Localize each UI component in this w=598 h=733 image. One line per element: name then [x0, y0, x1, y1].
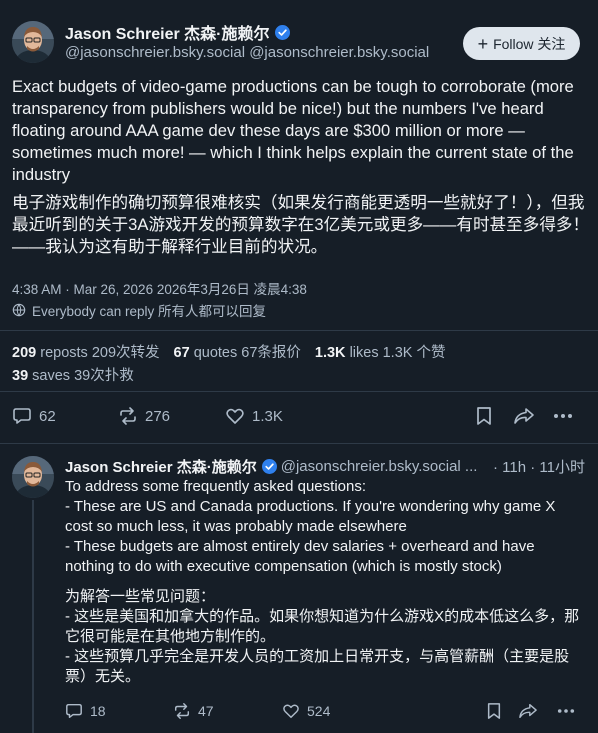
- author-row: Jason Schreier 杰森·施赖尔: [65, 20, 290, 44]
- divider: [0, 330, 598, 331]
- share-button[interactable]: [518, 702, 538, 720]
- repost-button[interactable]: 47: [173, 702, 214, 720]
- repost-icon: [120, 407, 136, 425]
- share-button[interactable]: [513, 406, 535, 426]
- divider: [0, 391, 598, 392]
- plus-icon: +: [477, 33, 489, 54]
- bookmark-button[interactable]: [475, 406, 493, 426]
- reply-line: - 这些是美国和加拿大的作品。如果你想知道为什么游戏X的成本低这么多，那它很可能…: [65, 608, 580, 645]
- reply-line-spacer: [65, 577, 585, 587]
- verified-badge-icon: [261, 458, 277, 474]
- more-options-button[interactable]: [557, 702, 575, 720]
- bookmark-button[interactable]: [486, 702, 502, 720]
- avatar[interactable]: [12, 456, 54, 498]
- reply-icon: [13, 408, 31, 424]
- reply-line: 为解答一些常见问题：: [65, 588, 216, 605]
- reply-icon: [66, 703, 82, 719]
- reply-header: Jason Schreier 杰森·施赖尔 @jasonschreier.bsk…: [65, 456, 585, 476]
- reply-author-handle[interactable]: @jasonschreier.bsky.social ...: [281, 458, 478, 475]
- like-button[interactable]: 524: [282, 702, 330, 720]
- stats-line-1: 209 reposts 209次转发 67 quotes 67条报价 1.3K li…: [12, 341, 445, 362]
- more-options-button[interactable]: [553, 406, 573, 426]
- reply-time[interactable]: · 11h · 11小时: [493, 456, 585, 477]
- author-handle[interactable]: @jasonschreier.bsky.social @jasonschreie…: [65, 44, 429, 61]
- post-text-chinese: 电子游戏制作的确切预算很难核实（如果发行商能更透明一些就好了！），但我最近听到的…: [12, 193, 590, 256]
- repost-icon: [174, 703, 190, 719]
- share-icon: [514, 408, 534, 424]
- heart-icon: [283, 704, 299, 719]
- reply-button[interactable]: 18: [65, 702, 106, 720]
- follow-label: Follow 关注: [493, 35, 566, 52]
- like-button[interactable]: 1.3K: [225, 406, 283, 426]
- post-text-english: Exact budgets of video-game productions …: [12, 77, 574, 184]
- main-post: Jason Schreier 杰森·施赖尔 @jasonschreier.bsk…: [0, 0, 598, 444]
- reply-action-bar: 18 47 524: [0, 702, 598, 730]
- author-name[interactable]: Jason Schreier 杰森·施赖尔: [65, 20, 270, 44]
- share-icon: [519, 703, 537, 719]
- avatar[interactable]: [12, 21, 54, 63]
- reply-setting: Everybody can reply 所有人都可以回复: [12, 300, 266, 320]
- reply-line: - These are US and Canada productions. I…: [65, 498, 556, 535]
- likes-stat[interactable]: 1.3K likes 1.3K 个赞: [315, 345, 446, 361]
- reply-text: To address some frequently asked questio…: [65, 477, 585, 687]
- bookmark-icon: [487, 703, 501, 719]
- heart-icon: [226, 408, 244, 424]
- post-timestamp[interactable]: 4:38 AM · Mar 26, 2026 2026年3月26日 凌晨4:38: [12, 278, 307, 298]
- globe-icon: [12, 303, 26, 317]
- reply-setting-label: Everybody can reply 所有人都可以回复: [32, 304, 267, 319]
- reposts-stat[interactable]: 209 reposts 209次转发: [12, 345, 160, 361]
- saves-stat[interactable]: 39 saves 39次扑救: [12, 368, 134, 384]
- thread-line: [32, 500, 34, 733]
- reply-line: - 这些预算几乎完全是开发人员的工资加上日常开支，与高管薪酬（主要是股票）无关。: [65, 648, 570, 685]
- reply-post[interactable]: Jason Schreier 杰森·施赖尔 @jasonschreier.bsk…: [0, 444, 598, 733]
- more-icon: [557, 709, 575, 713]
- post-action-bar: 62 276 1.3K: [0, 403, 598, 431]
- reply-line: - These budgets are almost entirely dev …: [65, 538, 535, 575]
- reply-line: To address some frequently asked questio…: [65, 478, 367, 495]
- follow-button[interactable]: + Follow 关注: [463, 27, 580, 60]
- stats-line-2: 39 saves 39次扑救: [12, 364, 134, 385]
- repost-button[interactable]: 276: [118, 406, 170, 426]
- quotes-stat[interactable]: 67 quotes 67条报价: [174, 345, 301, 361]
- more-icon: [554, 414, 572, 418]
- bookmark-icon: [477, 407, 491, 425]
- reply-author-name[interactable]: Jason Schreier 杰森·施赖尔: [65, 456, 257, 477]
- verified-badge-icon: [274, 24, 290, 40]
- reply-button[interactable]: 62: [12, 406, 56, 426]
